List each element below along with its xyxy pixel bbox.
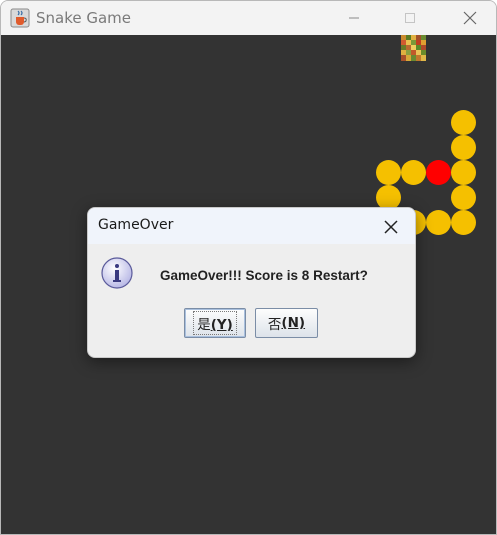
game-over-dialog: GameOver GameOver!!! Score is 8 Restart?: [87, 207, 416, 358]
food-tile-icon: [401, 35, 426, 61]
snake-segment: [426, 210, 451, 235]
yes-button-label: 是: [197, 317, 211, 333]
title-bar[interactable]: Snake Game: [1, 1, 496, 35]
no-button[interactable]: 否 (N): [255, 308, 318, 338]
no-button-mnemonic: (N): [281, 315, 306, 331]
window-title: Snake Game: [36, 9, 132, 27]
yes-button[interactable]: 是(Y): [184, 308, 246, 338]
dialog-title: GameOver: [98, 217, 174, 233]
info-icon: [100, 256, 134, 290]
java-cup-icon: [10, 8, 30, 28]
snake-segment: [451, 185, 476, 210]
snake-segment: [376, 160, 401, 185]
close-window-button[interactable]: [447, 1, 493, 35]
snake-segment: [401, 160, 426, 185]
snake-segment: [451, 135, 476, 160]
maximize-button[interactable]: [387, 1, 433, 35]
no-button-label: 否: [267, 317, 282, 333]
dialog-message: GameOver!!! Score is 8 Restart?: [160, 268, 368, 283]
snake-segment: [451, 210, 476, 235]
close-icon: [384, 220, 398, 234]
minimize-button[interactable]: [331, 1, 377, 35]
app-window: Snake Game GameOver GameOver!!! Score is…: [0, 0, 497, 535]
minimize-icon: [349, 17, 359, 19]
close-icon: [463, 11, 477, 25]
dialog-close-button[interactable]: [380, 216, 402, 238]
maximize-icon: [405, 13, 415, 23]
yes-button-mnemonic: (Y): [210, 317, 233, 333]
snake-segment: [451, 160, 476, 185]
snake-head: [426, 160, 451, 185]
snake-segment: [451, 110, 476, 135]
yes-button-focus: 是(Y): [193, 311, 237, 335]
dialog-title-bar[interactable]: GameOver: [88, 208, 415, 244]
